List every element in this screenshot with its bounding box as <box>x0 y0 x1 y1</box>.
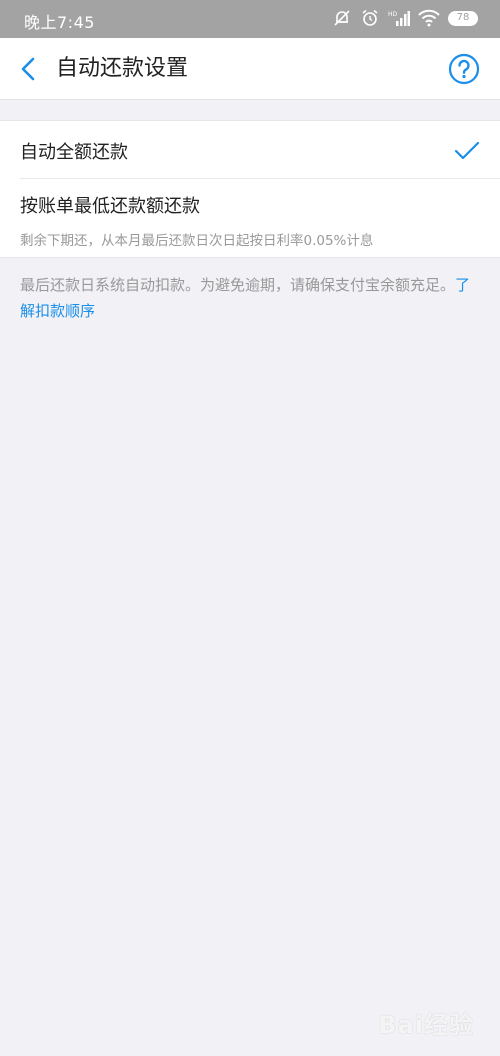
status-time: 晚上7:45 <box>24 13 95 32</box>
check-icon <box>454 141 480 160</box>
page-title: 自动还款设置 <box>56 56 189 81</box>
chevron-left-icon <box>21 57 35 81</box>
wifi-icon <box>418 9 440 27</box>
signal-icon: HD <box>388 9 410 27</box>
back-button[interactable] <box>14 54 42 84</box>
nav-bar: 自动还款设置 <box>0 38 500 100</box>
alarm-icon <box>360 8 380 28</box>
option-minimum-repayment[interactable]: 按账单最低还款额还款 剩余下期还，从本月最后还款日次日起按日利率0.05%计息 <box>0 179 500 257</box>
battery-icon: 78 <box>448 10 478 26</box>
option-full-repayment[interactable]: 自动全额还款 <box>0 121 500 179</box>
option-subtext: 剩余下期还，从本月最后还款日次日起按日利率0.05%计息 <box>20 233 374 249</box>
mute-icon <box>332 8 352 28</box>
footnote: 最后还款日系统自动扣款。为避免逾期，请确保支付宝余额充足。了解扣款顺序 <box>20 272 480 324</box>
status-bar: 晚上7:45 HD 78 <box>0 0 500 38</box>
footnote-text: 最后还款日系统自动扣款。为避免逾期，请确保支付宝余额充足。 <box>20 276 456 294</box>
option-label: 自动全额还款 <box>20 142 128 163</box>
status-icons: HD 78 <box>332 8 478 28</box>
svg-text:HD: HD <box>388 11 398 18</box>
repayment-options: 自动全额还款 按账单最低还款额还款 剩余下期还，从本月最后还款日次日起按日利率0… <box>0 120 500 258</box>
help-circle-icon <box>448 53 480 85</box>
watermark-logo: Bai经验 <box>378 1011 474 1039</box>
option-label: 按账单最低还款额还款 <box>20 196 200 217</box>
help-button[interactable] <box>448 53 480 85</box>
